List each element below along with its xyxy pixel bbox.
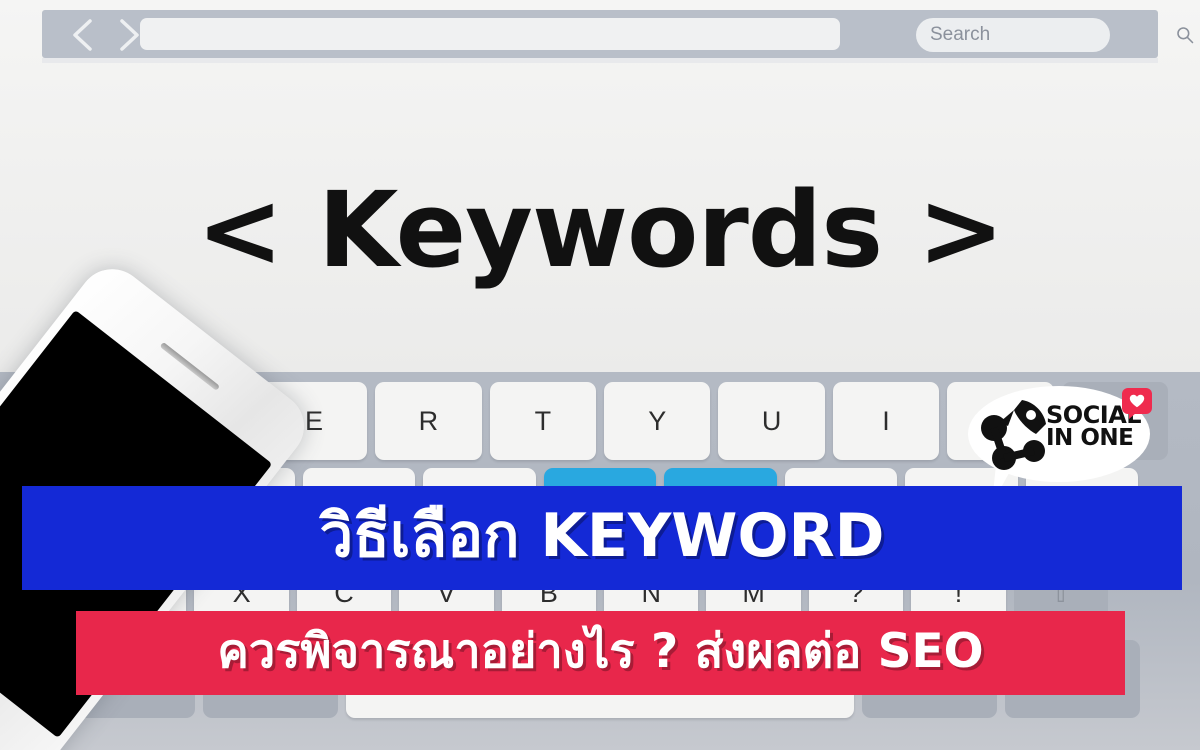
- key[interactable]: I: [832, 382, 940, 460]
- heart-badge: [1122, 388, 1152, 419]
- title-banner-primary: วิธีเลือก KEYWORD: [22, 486, 1182, 590]
- background-photo: Q W E R T Y U I O P A S D F G H J K L Z …: [0, 0, 1200, 750]
- title-banner-primary-text: วิธีเลือก KEYWORD: [319, 501, 885, 571]
- heart-icon: [1129, 394, 1145, 408]
- search-input[interactable]: [930, 24, 1175, 46]
- search-icon[interactable]: [1175, 25, 1195, 45]
- title-banner-secondary: ควรพิจารณาอย่างไร ? ส่งผลต่อ SEO: [76, 611, 1125, 695]
- key[interactable]: U: [718, 382, 825, 460]
- logo-line-2: IN ONE: [1046, 425, 1134, 452]
- url-input[interactable]: [140, 18, 840, 50]
- key[interactable]: T: [489, 382, 597, 460]
- key[interactable]: Y: [604, 382, 711, 460]
- key[interactable]: R: [375, 382, 482, 460]
- title-banner-secondary-text: ควรพิจารณาอย่างไร ? ส่งผลต่อ SEO: [217, 624, 984, 679]
- search-box[interactable]: [916, 18, 1194, 52]
- page-title: < Keywords >: [196, 169, 1005, 291]
- share-rocket-icon: [981, 400, 1046, 470]
- browser-toolbar: [42, 10, 1194, 63]
